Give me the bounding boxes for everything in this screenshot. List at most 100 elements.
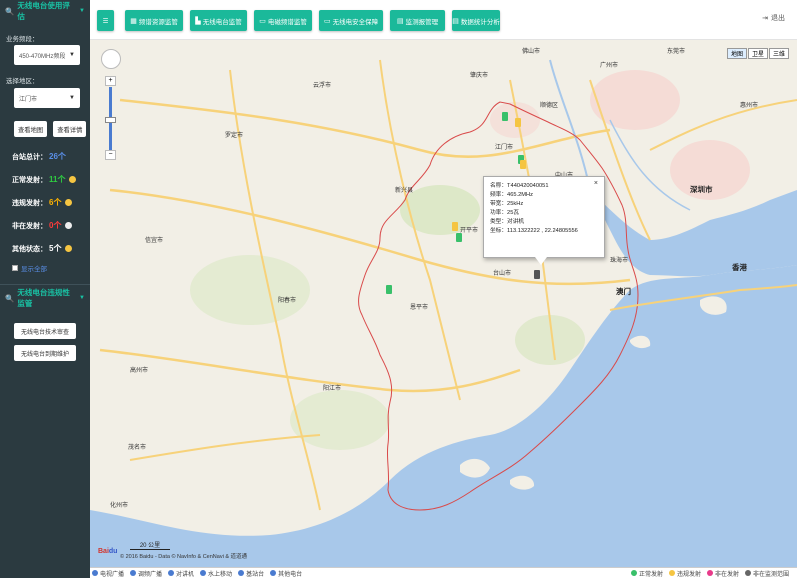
region-label: 选择地区：: [6, 78, 39, 85]
layer-toggle[interactable]: 对讲机: [168, 569, 194, 578]
nav-item[interactable]: ▦ 频谱资源监管: [125, 10, 183, 31]
nav-item[interactable]: ▭ 无线电安全保障: [319, 10, 383, 31]
nav-item[interactable]: ▤ 监测报管理: [390, 10, 445, 31]
station-marker[interactable]: [534, 270, 540, 279]
station-marker[interactable]: [386, 285, 392, 294]
legend-label: 非在发射: [714, 571, 739, 578]
station-marker[interactable]: [515, 118, 521, 127]
city-label: 高州市: [130, 368, 149, 374]
tech-review-button[interactable]: 无线电台技术审查: [14, 323, 76, 339]
map-nav-control[interactable]: [101, 49, 121, 69]
map-copyright: © 2016 Baidu - Data © NavInfo & CenNavi …: [120, 554, 248, 560]
station-marker[interactable]: [502, 112, 508, 121]
map-type-button[interactable]: 卫星: [747, 48, 768, 59]
layer-toggle[interactable]: 水上移动: [200, 569, 232, 578]
layer-label: 对讲机: [176, 571, 195, 578]
legend-item: 正常发射: [629, 569, 663, 578]
monitor-icon: ▭: [259, 17, 266, 25]
city-label: 澳门: [616, 287, 631, 296]
section-usage-evaluation[interactable]: 🔍 无线电台使用评估 ▼: [0, 0, 90, 22]
region-select[interactable]: 江门市 ▼: [14, 88, 80, 108]
stat-label: 其他状态：: [12, 245, 47, 253]
map-scale: 20 公里: [130, 540, 170, 550]
layer-toggle[interactable]: 电视广播: [92, 569, 124, 578]
map-canvas[interactable]: + − 地图卫星三维 佛山市 东莞市 深圳市 中山市 澳门 香港 阳江市 茂名市…: [90, 40, 797, 567]
map-base: [90, 59, 797, 567]
nav-item[interactable]: ▭ 电磁频谱监管: [254, 10, 312, 31]
logout-button[interactable]: ⇥ 退出: [762, 13, 785, 23]
close-icon[interactable]: ×: [594, 179, 598, 188]
stat-count: 0个: [49, 221, 62, 230]
layer-toggle[interactable]: 基站台: [238, 569, 264, 578]
chart-icon: ▦: [130, 17, 137, 25]
popup-name: 名称：T440420040051: [490, 183, 549, 189]
popup-power: 功率：25瓦: [490, 210, 520, 216]
legend-label: 正常发射: [638, 571, 663, 578]
layer-icon: [92, 570, 98, 576]
station-marker[interactable]: [452, 222, 458, 231]
layer-toggle[interactable]: 调频广播: [130, 569, 162, 578]
legend-item: 非在监测范围: [743, 569, 789, 578]
nav-item[interactable]: ▙ 无线电台监管: [190, 10, 247, 31]
layer-bar: 电视广播 调频广播 对讲机 水上移动 基站台 其他电台 正常发射 违规发射 非在发射 非在监测范…: [90, 567, 797, 578]
city-label: 化州市: [110, 503, 129, 509]
stat-row: 其他状态： 5个: [0, 237, 90, 260]
status-dot-icon: [69, 176, 77, 183]
hamburger-icon: ☰: [102, 17, 109, 25]
layer-label: 调频广播: [138, 571, 163, 578]
nav-item-label: 电磁频谱监管: [267, 18, 307, 26]
zoom-handle[interactable]: [105, 117, 116, 123]
map-type-button[interactable]: 三维: [768, 48, 789, 59]
layer-icon: [200, 570, 207, 576]
show-all-checkbox[interactable]: 显示全部: [0, 260, 90, 276]
popup-type: 类型：对讲机: [490, 219, 525, 225]
legend-dot-icon: [744, 570, 751, 576]
view-detail-button[interactable]: 查看详情: [53, 121, 87, 137]
station-marker[interactable]: [520, 160, 526, 169]
stat-count: 5个: [49, 244, 62, 253]
popup-coordinates: 坐标：113.1322222 , 22.24805556: [490, 228, 578, 234]
section-compliance-supervision[interactable]: 🔍 无线电台违规性监管 ▼: [0, 287, 90, 309]
city-label: 深圳市: [690, 185, 713, 194]
city-label: 香港: [732, 263, 747, 272]
nav-item[interactable]: ▤ 数据统计分析: [452, 10, 500, 31]
view-map-button[interactable]: 查看地图: [14, 121, 48, 137]
zoom-in-button[interactable]: +: [105, 76, 116, 86]
status-dot-icon: [65, 199, 73, 206]
city-label: 江门市: [495, 145, 514, 151]
stat-row: 非在发射： 0个: [0, 214, 90, 237]
menu-toggle-button[interactable]: ☰: [97, 10, 114, 31]
chevron-down-icon: ▼: [69, 95, 75, 101]
stat-count: 11个: [49, 175, 66, 184]
sidebar: 🔍 无线电台使用评估 ▼ 业务频段： 450-470MHz频段 ▼ 选择地区： …: [0, 0, 90, 578]
stat-row: 正常发射： 11个: [0, 168, 90, 191]
status-dot-icon: [65, 222, 73, 229]
zoom-out-button[interactable]: −: [105, 150, 116, 160]
logout-label: 退出: [771, 15, 785, 22]
city-label: 阳春市: [278, 298, 297, 304]
station-marker[interactable]: [456, 233, 462, 242]
checkbox-box[interactable]: [12, 265, 18, 271]
divider: [0, 284, 90, 285]
station-info-popup: × 名称：T440420040051 频率：465.2MHz 带宽：25kHz …: [483, 176, 605, 258]
expiry-maintenance-button[interactable]: 无线电台到期维护: [14, 345, 76, 361]
city-label: 东莞市: [667, 49, 686, 55]
stat-row: 台站总计： 26个: [0, 145, 90, 168]
layer-toggle[interactable]: 其他电台: [270, 569, 302, 578]
stat-count: 26个: [49, 152, 66, 161]
search-icon: 🔍: [5, 293, 15, 303]
logout-icon: ⇥: [762, 15, 768, 22]
layer-label: 基站台: [246, 571, 265, 578]
nav-item-label: 无线电台监管: [202, 18, 242, 26]
city-label: 广州市: [600, 63, 619, 69]
city-label: 云浮市: [313, 83, 332, 89]
chevron-down-icon: ▼: [79, 295, 85, 301]
city-label: 信宜市: [145, 238, 164, 244]
top-nav: ☰ ▦ 频谱资源监管 ▙ 无线电台监管 ▭ 电磁频谱监管 ▭ 无线电安全保障 ▤ 监测报管理 ▤ 数据…: [90, 0, 797, 40]
freq-select[interactable]: 450-470MHz频段 ▼: [14, 45, 80, 65]
layer-icon: [168, 570, 175, 576]
layer-label: 水上移动: [208, 571, 233, 578]
stat-label: 正常发射：: [12, 176, 47, 184]
map-type-button[interactable]: 地图: [726, 48, 747, 59]
map-type-switcher: 地图 卫星 三维: [726, 48, 789, 59]
